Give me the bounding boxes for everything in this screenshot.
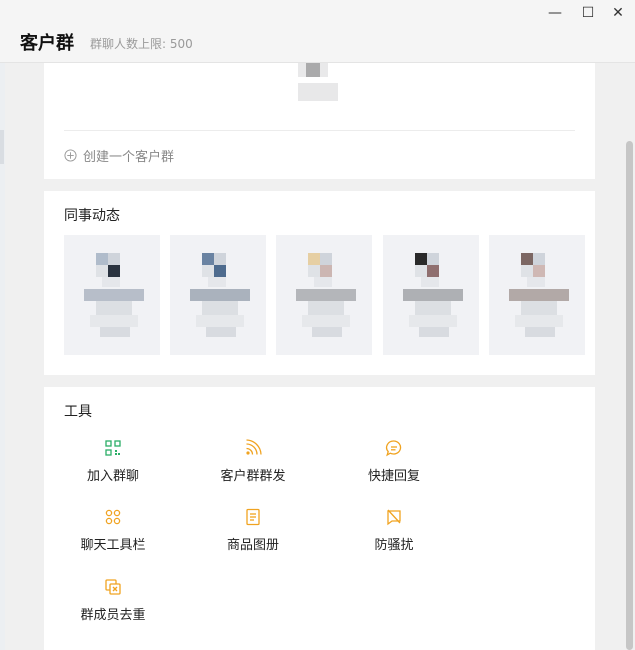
blurred-avatar-pixel: [102, 277, 120, 287]
content-scroll-area[interactable]: 创建一个客户群 同事动态 工具 加入群聊 客户群群发 快捷回复聊天工具栏 商品图册 防骚…: [5, 63, 625, 650]
title-bar: 客户群 群聊人数上限: 500 — ☐ ✕: [0, 0, 635, 63]
colleague-feed-list: [64, 235, 585, 355]
blurred-avatar-pixel: [202, 253, 214, 265]
blurred-avatar-pixel: [214, 265, 226, 277]
tool-catalog[interactable]: 商品图册: [193, 508, 313, 553]
anti-harassment-icon: [387, 509, 401, 526]
catalog-icon: [246, 508, 260, 526]
create-group-label: 创建一个客户群: [83, 150, 175, 165]
colleague-feed-item[interactable]: [276, 235, 372, 355]
blurred-avatar-pixel: [509, 289, 569, 301]
blurred-avatar-pixel: [403, 289, 463, 301]
tool-qr-code[interactable]: 加入群聊: [53, 439, 173, 484]
blurred-group-avatar: [306, 63, 320, 77]
colleague-feed-item[interactable]: [383, 235, 479, 355]
blurred-avatar-pixel: [419, 327, 449, 337]
colleague-feed-item[interactable]: [170, 235, 266, 355]
blurred-avatar-pixel: [208, 277, 226, 287]
left-panel-mark: [0, 130, 4, 164]
blurred-avatar-pixel: [100, 327, 130, 337]
scrollbar[interactable]: [625, 63, 635, 650]
customer-groups-card: 创建一个客户群: [44, 63, 595, 179]
blurred-avatar-pixel: [427, 253, 439, 265]
blurred-avatar-pixel: [214, 253, 226, 265]
blurred-avatar-pixel: [206, 327, 236, 337]
group-limit-text: 群聊人数上限: 500: [90, 37, 193, 51]
blurred-avatar-pixel: [308, 265, 320, 277]
colleague-feed-item[interactable]: [489, 235, 585, 355]
tool-dedupe[interactable]: 群成员去重: [53, 578, 173, 623]
tool-label: 客户群群发: [220, 469, 286, 484]
blurred-avatar-pixel: [415, 265, 427, 277]
colleague-feed-item[interactable]: [64, 235, 160, 355]
blurred-avatar-pixel: [302, 315, 350, 327]
tools-card: 工具 加入群聊 客户群群发 快捷回复聊天工具栏 商品图册 防骚扰群成员去重: [44, 387, 595, 650]
scrollbar-thumb[interactable]: [626, 141, 633, 650]
blurred-avatar-pixel: [533, 265, 545, 277]
tool-label: 聊天工具栏: [80, 538, 146, 553]
tool-toolbar-grid[interactable]: 聊天工具栏: [53, 508, 173, 553]
tool-label: 防骚扰: [374, 538, 414, 553]
toolbar-grid-icon: [105, 509, 121, 525]
blurred-avatar-pixel: [427, 265, 439, 277]
dedupe-icon: [105, 579, 121, 595]
blurred-avatar-pixel: [320, 265, 332, 277]
colleague-feed-title: 同事动态: [64, 208, 120, 224]
tool-anti-harassment[interactable]: 防骚扰: [334, 508, 454, 553]
tool-label: 群成员去重: [80, 608, 146, 623]
blurred-avatar-pixel: [409, 315, 457, 327]
tool-label: 快捷回复: [367, 469, 420, 484]
blurred-avatar-pixel: [415, 301, 451, 315]
maximize-button[interactable]: ☐: [576, 4, 600, 22]
blurred-avatar-pixel: [421, 277, 439, 287]
broadcast-icon: [246, 439, 262, 455]
chat-bubble-icon: [386, 440, 402, 457]
tool-label: 加入群聊: [86, 469, 139, 484]
blurred-avatar-pixel: [96, 301, 132, 315]
blurred-avatar-pixel: [196, 315, 244, 327]
blurred-avatar-pixel: [415, 253, 427, 265]
blurred-avatar-pixel: [314, 277, 332, 287]
add-circle-icon: [64, 149, 77, 162]
blurred-avatar-pixel: [202, 265, 214, 277]
blurred-group-name: [298, 83, 338, 101]
tool-chat-bubble[interactable]: 快捷回复: [334, 439, 454, 484]
blurred-avatar-pixel: [320, 253, 332, 265]
minimize-button[interactable]: —: [543, 4, 567, 22]
blurred-avatar-pixel: [96, 265, 108, 277]
blurred-avatar-pixel: [308, 253, 320, 265]
create-group-button[interactable]: 创建一个客户群: [64, 146, 174, 165]
blurred-avatar-pixel: [96, 253, 108, 265]
tools-title: 工具: [64, 404, 92, 420]
blurred-avatar-pixel: [312, 327, 342, 337]
blurred-avatar-pixel: [515, 315, 563, 327]
blurred-avatar-pixel: [202, 301, 238, 315]
blurred-avatar-pixel: [84, 289, 144, 301]
blurred-avatar-pixel: [525, 327, 555, 337]
blurred-avatar-pixel: [521, 265, 533, 277]
page-title: 客户群: [20, 33, 74, 54]
blurred-avatar-pixel: [527, 277, 545, 287]
qr-code-icon: [105, 440, 121, 456]
colleague-feed-card: 同事动态: [44, 191, 595, 375]
close-button[interactable]: ✕: [606, 4, 630, 22]
blurred-avatar-pixel: [521, 253, 533, 265]
tool-broadcast[interactable]: 客户群群发: [193, 439, 313, 484]
blurred-avatar-pixel: [108, 253, 120, 265]
blurred-avatar-pixel: [90, 315, 138, 327]
blurred-avatar-pixel: [190, 289, 250, 301]
blurred-avatar-pixel: [296, 289, 356, 301]
divider: [64, 130, 575, 131]
blurred-avatar-pixel: [108, 265, 120, 277]
tool-label: 商品图册: [226, 538, 279, 553]
blurred-avatar-pixel: [308, 301, 344, 315]
blurred-avatar-pixel: [533, 253, 545, 265]
blurred-avatar-pixel: [521, 301, 557, 315]
